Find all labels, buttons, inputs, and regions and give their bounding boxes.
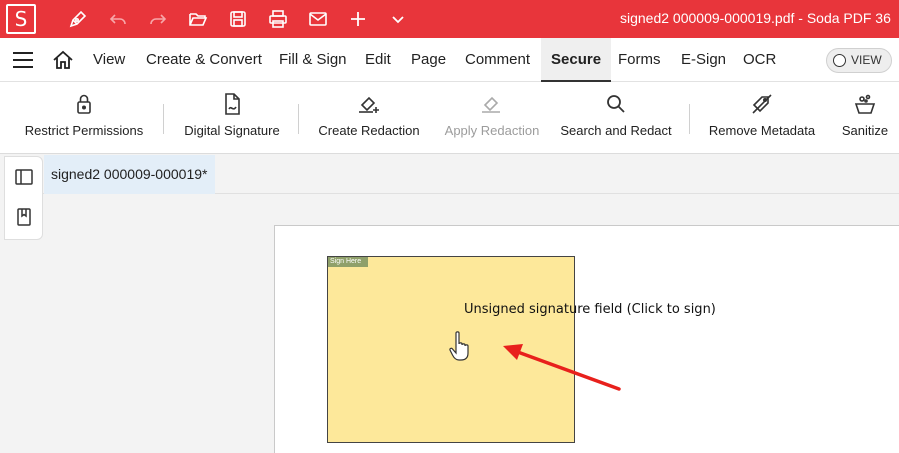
hand-cursor-icon	[449, 331, 469, 361]
menu-bar: View Create & Convert Fill & Sign Edit P…	[0, 38, 899, 82]
print-icon[interactable]	[266, 8, 290, 30]
redo-icon[interactable]	[146, 8, 170, 30]
apply-redaction-button[interactable]: Apply Redaction	[440, 82, 544, 154]
restrict-permissions-label: Restrict Permissions	[24, 123, 144, 138]
sanitize-icon	[854, 94, 876, 114]
menu-view[interactable]: View	[93, 38, 125, 82]
radio-circle-icon	[833, 54, 846, 67]
annotation-arrow-icon	[503, 344, 621, 391]
signed-document-icon	[225, 93, 240, 115]
undo-icon[interactable]	[106, 8, 130, 30]
search-and-redact-button[interactable]: Search and Redact	[557, 82, 675, 154]
ribbon-separator	[298, 104, 299, 134]
app-logo[interactable]: S	[6, 4, 36, 34]
sign-here-tag: Sign Here	[328, 257, 368, 267]
ribbon-separator	[689, 104, 690, 134]
panel-toggle-icon[interactable]	[14, 167, 34, 187]
sanitize-label: Sanitize	[841, 123, 889, 138]
create-redaction-label: Create Redaction	[318, 123, 420, 138]
digital-signature-label: Digital Signature	[184, 123, 280, 138]
remove-metadata-button[interactable]: Remove Metadata	[706, 82, 818, 154]
home-icon[interactable]	[52, 50, 74, 70]
chevron-down-icon[interactable]	[386, 8, 410, 30]
menu-fill-sign[interactable]: Fill & Sign	[279, 38, 347, 82]
plus-icon[interactable]	[346, 8, 370, 30]
menu-create-convert[interactable]: Create & Convert	[146, 38, 262, 82]
mail-icon[interactable]	[306, 8, 330, 30]
redaction-apply-icon	[482, 96, 500, 113]
view-mode-toggle[interactable]: VIEW	[826, 48, 892, 73]
view-toggle-label: VIEW	[851, 53, 882, 67]
menu-secure[interactable]: Secure	[541, 38, 612, 82]
menu-forms[interactable]: Forms	[618, 38, 661, 82]
create-redaction-button[interactable]: Create Redaction	[315, 82, 423, 154]
tag-remove-icon	[752, 94, 772, 114]
window-title: signed2 000009-000019.pdf - Soda PDF 36	[620, 10, 891, 26]
magnifier-icon	[607, 95, 625, 113]
save-icon[interactable]	[226, 8, 250, 30]
document-tab[interactable]: signed2 000009-000019*	[44, 155, 215, 194]
signature-tooltip: Unsigned signature field (Click to sign)	[464, 302, 716, 317]
pen-icon[interactable]	[66, 8, 90, 30]
search-and-redact-label: Search and Redact	[560, 123, 672, 138]
menu-edit[interactable]: Edit	[365, 38, 391, 82]
sanitize-button[interactable]: Sanitize	[836, 82, 894, 154]
menu-ocr[interactable]: OCR	[743, 38, 776, 82]
menu-page[interactable]: Page	[411, 38, 446, 82]
hamburger-menu-icon[interactable]	[12, 51, 34, 69]
lock-icon	[77, 94, 91, 114]
menu-comment[interactable]: Comment	[465, 38, 530, 82]
secure-ribbon: Restrict Permissions Digital Signature C…	[0, 82, 899, 154]
bookmark-icon[interactable]	[14, 207, 34, 227]
title-bar: S signed2 000009-000019.pdf - Soda PDF 3…	[0, 0, 899, 38]
ribbon-separator	[163, 104, 164, 134]
restrict-permissions-button[interactable]: Restrict Permissions	[20, 82, 148, 154]
folder-open-icon[interactable]	[186, 8, 210, 30]
digital-signature-button[interactable]: Digital Signature	[180, 82, 284, 154]
left-side-panel	[4, 156, 43, 240]
apply-redaction-label: Apply Redaction	[444, 123, 540, 138]
redaction-create-icon	[359, 96, 379, 113]
menu-e-sign[interactable]: E-Sign	[681, 38, 726, 82]
remove-metadata-label: Remove Metadata	[708, 123, 816, 138]
